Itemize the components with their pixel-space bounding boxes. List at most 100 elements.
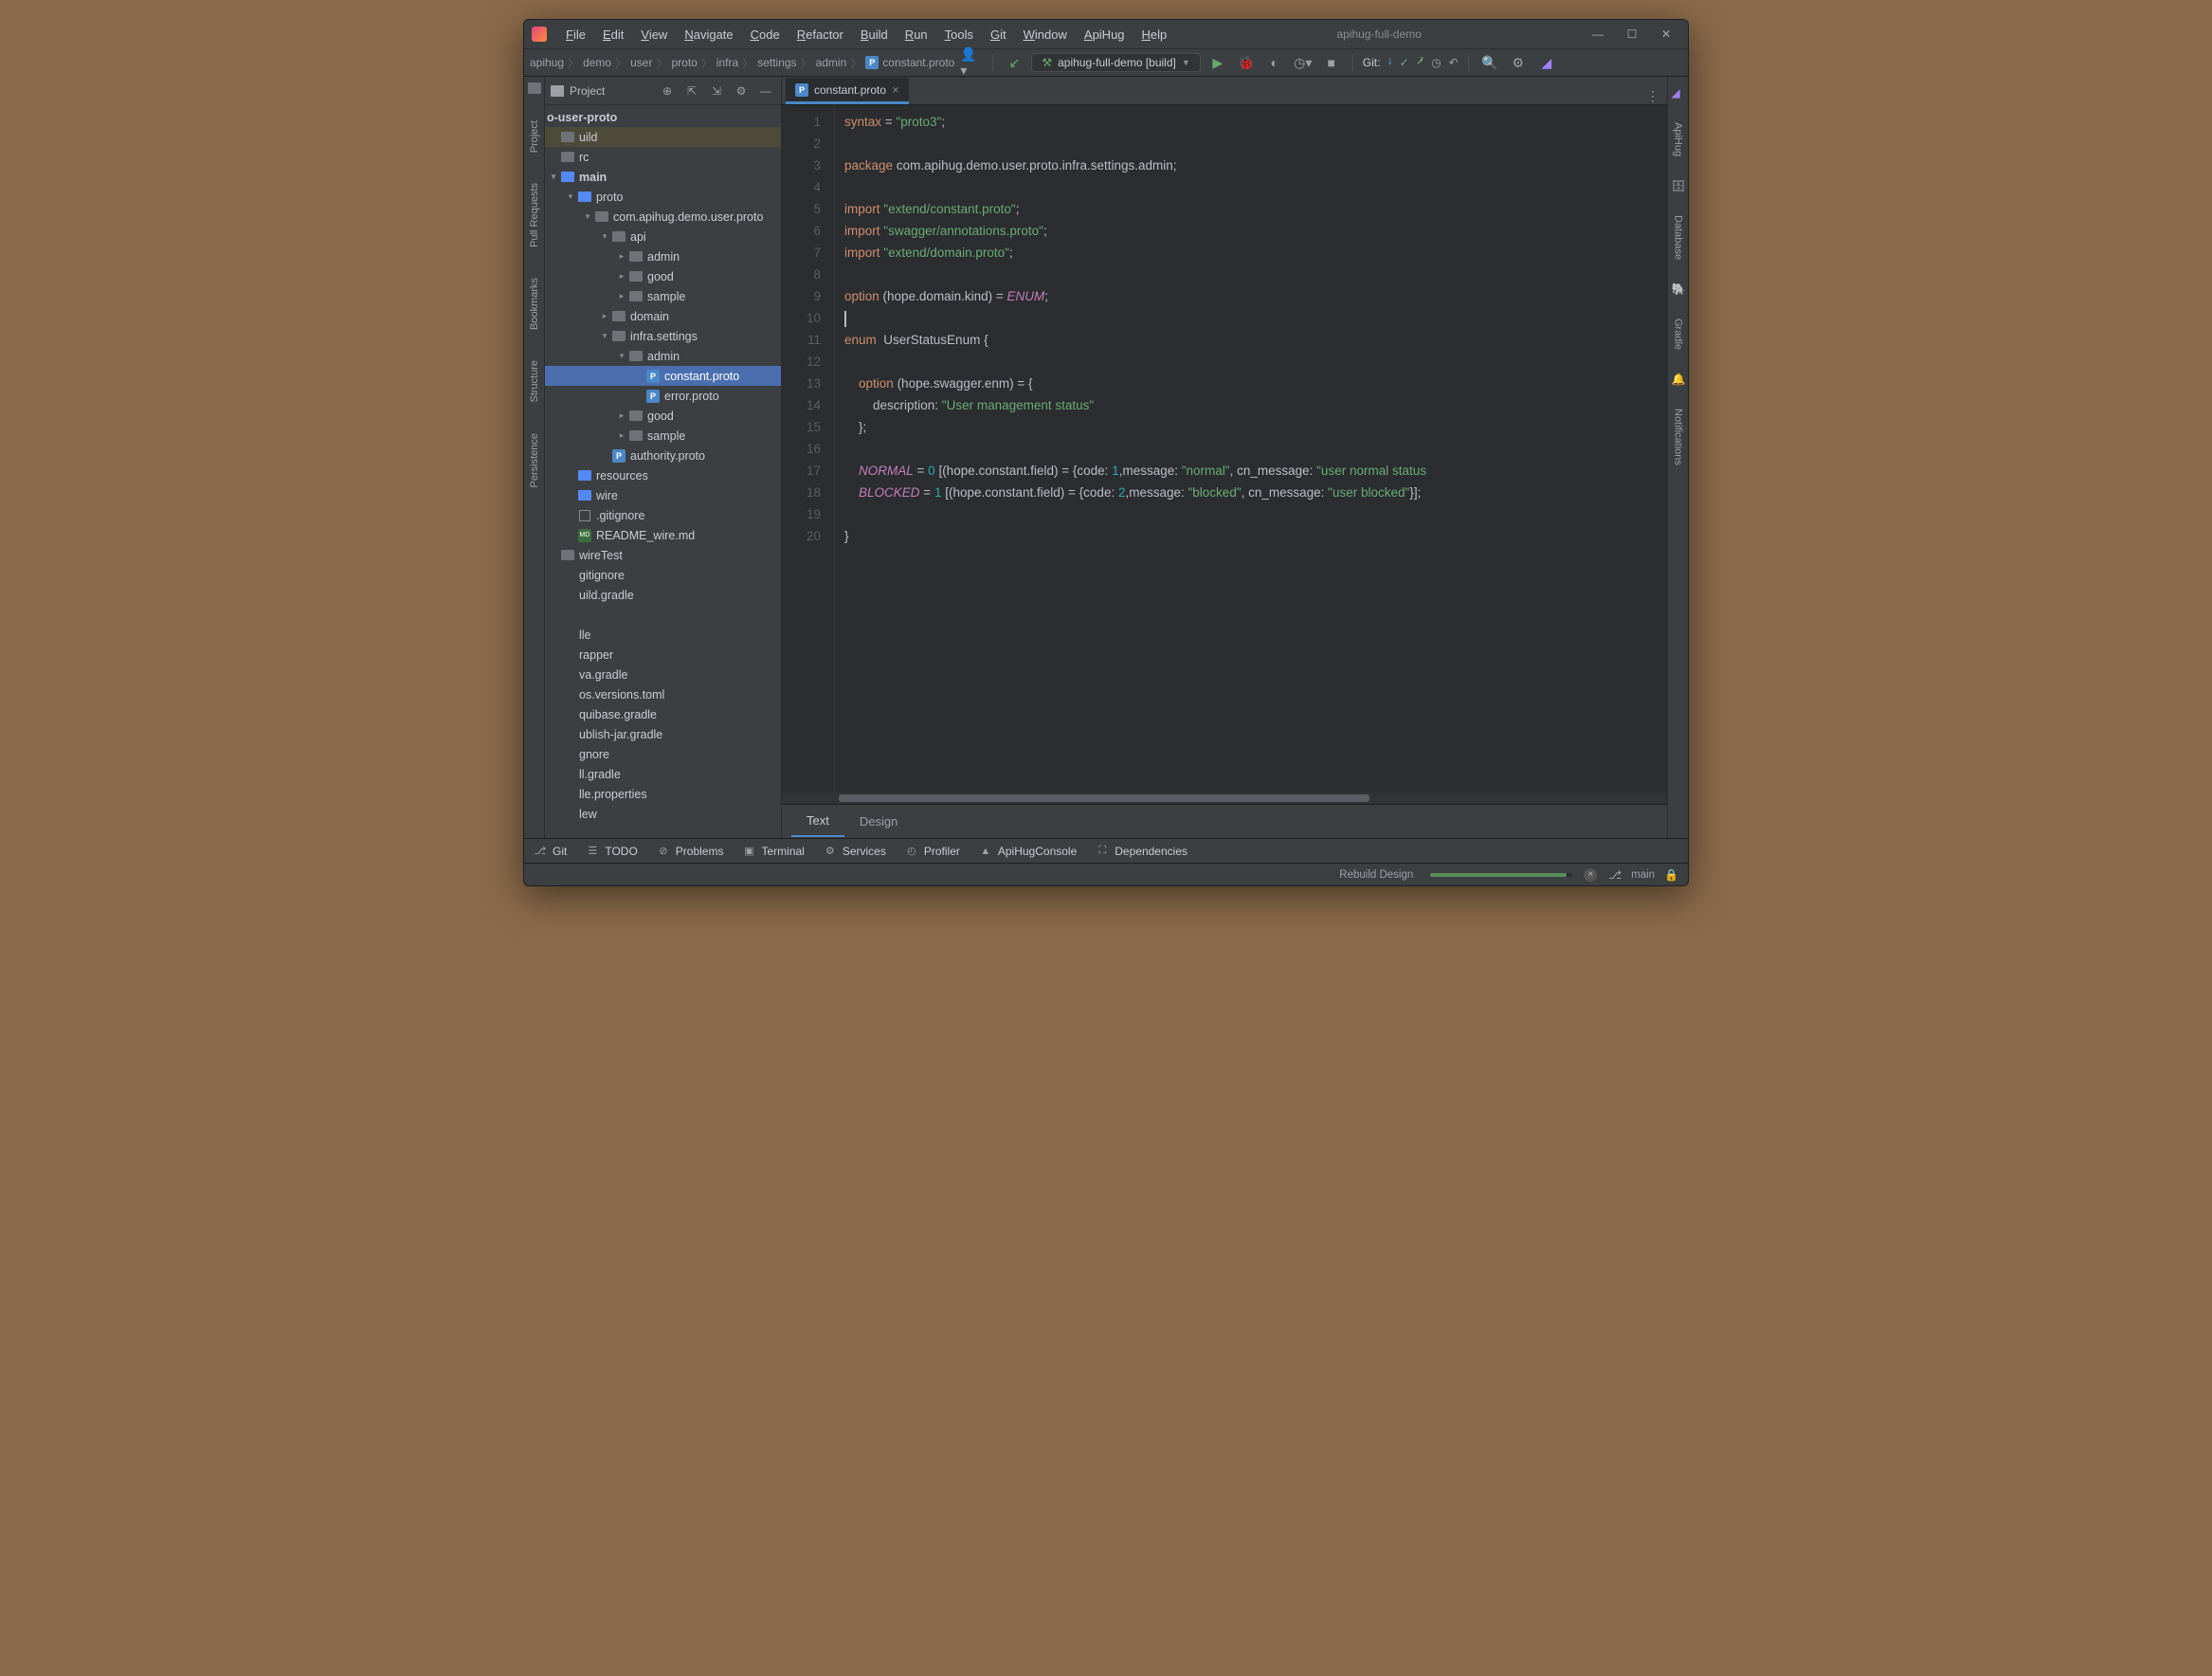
notifications-rail-icon[interactable]: 🔔 <box>1672 373 1685 386</box>
apihug-icon[interactable]: ◢ <box>1535 51 1558 74</box>
notifications-rail-label[interactable]: Notifications <box>1673 405 1684 469</box>
menu-refactor[interactable]: Refactor <box>789 25 851 45</box>
bookmarks-tool-label[interactable]: Bookmarks <box>529 274 540 334</box>
history-icon[interactable]: ◷ <box>1431 56 1441 69</box>
apihug-rail-icon[interactable]: ◢ <box>1672 86 1685 100</box>
close-button[interactable]: ✕ <box>1652 24 1680 45</box>
branch-icon[interactable]: ⎇ <box>1608 868 1622 882</box>
bottom-tool-services[interactable]: ⚙Services <box>824 845 886 858</box>
database-rail-icon[interactable]: 🗄 <box>1672 179 1685 192</box>
crumb[interactable]: settings <box>757 56 796 69</box>
bottom-tool-profiler[interactable]: ◴Profiler <box>905 845 960 858</box>
menu-navigate[interactable]: Navigate <box>677 25 740 45</box>
settings-icon[interactable]: ⚙ <box>1507 51 1530 74</box>
tab-more-icon[interactable]: ⋮ <box>1646 88 1659 104</box>
tree-item[interactable]: rapper <box>545 645 781 665</box>
gradle-rail-label[interactable]: Gradle <box>1673 315 1684 354</box>
menu-code[interactable]: Code <box>743 25 788 45</box>
tree-item[interactable]: ▸admin <box>545 246 781 266</box>
subtab-design[interactable]: Design <box>844 807 913 836</box>
tree-item[interactable]: lew <box>545 804 781 824</box>
tree-item[interactable]: ▾infra.settings <box>545 326 781 346</box>
tree-item[interactable]: wireTest <box>545 545 781 565</box>
select-opened-icon[interactable]: ⊕ <box>658 84 677 98</box>
back-arrow-icon[interactable]: ↙ <box>1003 51 1025 74</box>
lock-icon[interactable]: 🔒 <box>1664 868 1678 882</box>
tree-item[interactable]: ▸sample <box>545 426 781 446</box>
maximize-button[interactable]: ☐ <box>1618 24 1646 45</box>
tree-item[interactable]: ▾proto <box>545 187 781 207</box>
menu-file[interactable]: File <box>558 25 593 45</box>
close-tab-icon[interactable]: × <box>892 82 899 97</box>
menu-tools[interactable]: Tools <box>937 25 981 45</box>
horizontal-scrollbar[interactable] <box>782 792 1667 804</box>
bottom-tool-git[interactable]: ⎇Git <box>534 845 567 858</box>
tree-item[interactable]: ll.gradle <box>545 764 781 784</box>
bottom-tool-todo[interactable]: ☰TODO <box>586 845 637 858</box>
run-config-selector[interactable]: ⚒ apihug-full-demo [build] ▼ <box>1031 53 1200 72</box>
hide-panel-icon[interactable]: — <box>756 84 775 98</box>
profile-button[interactable]: ◷▾ <box>1292 51 1315 74</box>
tree-item[interactable]: os.versions.toml <box>545 684 781 704</box>
tree-item[interactable]: ▾com.apihug.demo.user.proto <box>545 207 781 227</box>
tree-item[interactable]: ▾api <box>545 227 781 246</box>
tree-item[interactable]: Perror.proto <box>545 386 781 406</box>
debug-button[interactable]: 🐞 <box>1235 51 1258 74</box>
collapse-all-icon[interactable]: ⇲ <box>707 84 726 98</box>
tree-item[interactable]: Pauthority.proto <box>545 446 781 465</box>
tree-item[interactable]: ublish-jar.gradle <box>545 724 781 744</box>
project-tool-icon[interactable] <box>528 82 541 94</box>
persistence-tool-label[interactable]: Persistence <box>529 429 540 491</box>
stop-button[interactable]: ■ <box>1320 51 1343 74</box>
expand-all-icon[interactable]: ⇱ <box>682 84 701 98</box>
tree-item[interactable]: MDREADME_wire.md <box>545 525 781 545</box>
crumb[interactable]: admin <box>816 56 847 69</box>
tree-item[interactable]: gnore <box>545 744 781 764</box>
tree-item[interactable]: wire <box>545 485 781 505</box>
database-rail-label[interactable]: Database <box>1673 211 1684 264</box>
cancel-task-icon[interactable]: × <box>1584 868 1597 882</box>
tree-item[interactable]: uild <box>545 127 781 147</box>
menu-build[interactable]: Build <box>853 25 896 45</box>
tree-item[interactable]: rc <box>545 147 781 167</box>
branch-name[interactable]: main <box>1631 869 1655 881</box>
run-button[interactable]: ▶ <box>1206 51 1229 74</box>
tree-item[interactable]: ▾main <box>545 167 781 187</box>
tree-item[interactable]: uild.gradle <box>545 585 781 605</box>
tree-item[interactable] <box>545 605 781 625</box>
push-icon[interactable]: ⭷ <box>1417 53 1423 73</box>
commit-icon[interactable]: ✓ <box>1400 56 1409 69</box>
code-editor[interactable]: 1234567891011121314151617181920 syntax =… <box>782 105 1667 792</box>
code-area[interactable]: syntax = "proto3";package com.apihug.dem… <box>835 105 1667 792</box>
crumb[interactable]: proto <box>671 56 697 69</box>
settings-icon[interactable]: ⚙ <box>732 84 751 98</box>
tree-item[interactable]: ▾admin <box>545 346 781 366</box>
tree-item[interactable]: gitignore <box>545 565 781 585</box>
subtab-text[interactable]: Text <box>791 806 844 837</box>
gradle-rail-icon[interactable]: 🐘 <box>1672 282 1685 296</box>
breadcrumbs[interactable]: apihug〉demo〉user〉proto〉infra〉settings〉ad… <box>530 55 954 71</box>
search-icon[interactable]: 🔍 <box>1478 51 1501 74</box>
project-tree[interactable]: o-user-proto uildrc▾main▾proto▾com.apihu… <box>545 105 781 838</box>
pullrequests-tool-label[interactable]: Pull Requests <box>529 179 540 251</box>
project-tool-label[interactable]: Project <box>529 117 540 156</box>
crumb-file[interactable]: Pconstant.proto <box>865 56 954 69</box>
structure-tool-label[interactable]: Structure <box>529 356 540 407</box>
tree-root[interactable]: o-user-proto <box>547 111 617 124</box>
menu-git[interactable]: Git <box>983 25 1014 45</box>
crumb[interactable]: user <box>630 56 652 69</box>
bottom-tool-problems[interactable]: ⊘Problems <box>657 845 724 858</box>
menu-run[interactable]: Run <box>897 25 935 45</box>
tree-item[interactable]: Pconstant.proto <box>545 366 781 386</box>
bottom-tool-apihugconsole[interactable]: ▲ApiHugConsole <box>979 845 1077 858</box>
menu-view[interactable]: View <box>633 25 675 45</box>
tree-item[interactable]: ▸good <box>545 266 781 286</box>
crumb[interactable]: demo <box>583 56 611 69</box>
rollback-icon[interactable]: ↶ <box>1449 56 1459 69</box>
crumb[interactable]: apihug <box>530 56 564 69</box>
tree-item[interactable]: ▸sample <box>545 286 781 306</box>
coverage-button[interactable]: ◐ <box>1263 51 1286 74</box>
user-icon[interactable]: 👤▾ <box>960 51 983 74</box>
bottom-tool-terminal[interactable]: ▣Terminal <box>742 845 804 858</box>
tree-item[interactable]: lle <box>545 625 781 645</box>
